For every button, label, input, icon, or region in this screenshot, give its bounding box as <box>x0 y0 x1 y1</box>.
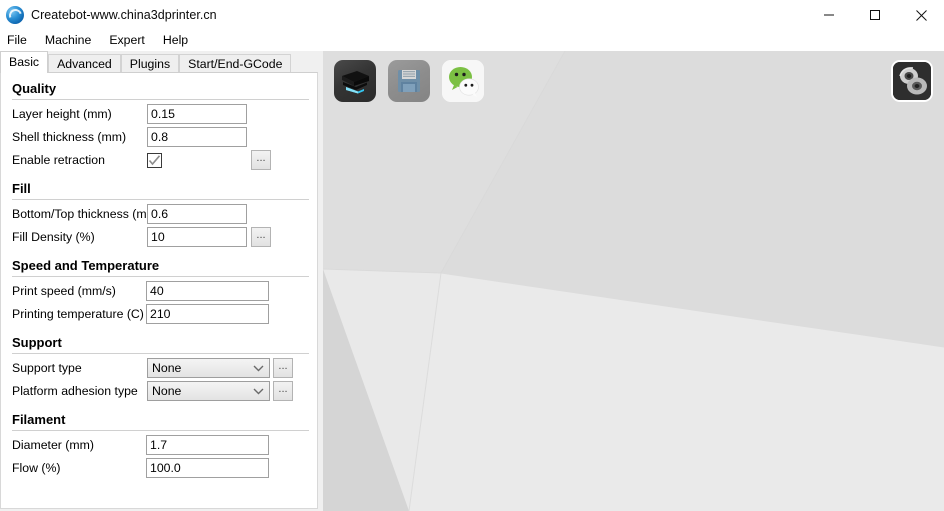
label-platform-adhesion-type: Platform adhesion type <box>12 384 138 398</box>
label-printing-temperature: Printing temperature (C) <box>12 307 144 321</box>
row-printing-temperature: Printing temperature (C) 210 <box>1 303 317 325</box>
input-flow[interactable]: 100.0 <box>146 458 269 478</box>
select-support-type[interactable]: None <box>147 358 270 378</box>
build-platform-scene <box>323 51 944 511</box>
save-toolpath-button[interactable] <box>388 60 430 102</box>
chevron-down-icon <box>253 359 264 377</box>
label-bottom-top-thickness: Bottom/Top thickness (mm) <box>12 207 161 221</box>
row-print-speed: Print speed (mm/s) 40 <box>1 280 317 302</box>
input-diameter[interactable]: 1.7 <box>146 435 269 455</box>
button-platform-adhesion-options[interactable]: ... <box>273 381 293 401</box>
chevron-down-icon <box>253 382 264 400</box>
tab-advanced[interactable]: Advanced <box>48 54 121 73</box>
maximize-button[interactable] <box>852 0 898 30</box>
row-diameter: Diameter (mm) 1.7 <box>1 434 317 456</box>
load-model-button[interactable] <box>334 60 376 102</box>
button-fill-density-options[interactable]: ... <box>251 227 271 247</box>
window-title: Createbot-www.china3dprinter.cn <box>31 8 217 22</box>
section-divider <box>12 430 309 431</box>
label-diameter: Diameter (mm) <box>12 438 94 452</box>
title-bar: Createbot-www.china3dprinter.cn <box>0 0 944 30</box>
section-title-fill: Fill <box>12 181 31 196</box>
section-divider <box>12 353 309 354</box>
label-shell-thickness: Shell thickness (mm) <box>12 130 127 144</box>
button-support-type-options[interactable]: ... <box>273 358 293 378</box>
close-button[interactable] <box>898 0 944 30</box>
minimize-button[interactable] <box>806 0 852 30</box>
row-platform-adhesion-type: Platform adhesion type None ... <box>1 380 317 402</box>
menu-expert[interactable]: Expert <box>109 30 154 51</box>
floppy-disk-icon <box>398 70 420 92</box>
select-platform-adhesion-type[interactable]: None <box>147 381 270 401</box>
section-title-filament: Filament <box>12 412 66 427</box>
input-printing-temperature[interactable]: 210 <box>146 304 269 324</box>
row-fill-density: Fill Density (%) 10 ... <box>1 226 317 248</box>
application-window: Createbot-www.china3dprinter.cn File Mac… <box>0 0 944 511</box>
label-layer-height: Layer height (mm) <box>12 107 112 121</box>
button-retraction-options[interactable]: ... <box>251 150 271 170</box>
row-bottom-top-thickness: Bottom/Top thickness (mm) 0.6 <box>1 203 317 225</box>
section-title-support: Support <box>12 335 62 350</box>
settings-tabs: Basic Advanced Plugins Start/End-GCode <box>0 51 318 73</box>
label-support-type: Support type <box>12 361 82 375</box>
wechat-icon <box>442 60 484 102</box>
settings-panel: Basic Advanced Plugins Start/End-GCode Q… <box>0 51 323 511</box>
section-filament: Filament Diameter (mm) 1.7 Flow (%) 100.… <box>1 410 317 479</box>
label-fill-density: Fill Density (%) <box>12 230 95 244</box>
label-enable-retraction: Enable retraction <box>12 153 105 167</box>
select-platform-adhesion-type-value: None <box>152 384 182 398</box>
viewport-toolbar <box>334 60 484 102</box>
section-fill: Fill Bottom/Top thickness (mm) 0.6 Fill … <box>1 179 317 248</box>
row-enable-retraction: Enable retraction ... <box>1 149 317 171</box>
3d-viewport[interactable] <box>323 51 944 511</box>
view-rotate-button[interactable] <box>891 60 933 102</box>
load-model-icon <box>342 71 369 94</box>
section-support: Support Support type None ... Platform a… <box>1 333 317 402</box>
row-flow: Flow (%) 100.0 <box>1 457 317 479</box>
input-shell-thickness[interactable]: 0.8 <box>147 127 247 147</box>
section-quality: Quality Layer height (mm) 0.15 Shell thi… <box>1 79 317 171</box>
input-fill-density[interactable]: 10 <box>147 227 247 247</box>
input-layer-height[interactable]: 0.15 <box>147 104 247 124</box>
globe-icon <box>6 6 24 24</box>
label-print-speed: Print speed (mm/s) <box>12 284 116 298</box>
label-flow: Flow (%) <box>12 461 61 475</box>
row-layer-height: Layer height (mm) 0.15 <box>1 103 317 125</box>
menu-machine[interactable]: Machine <box>45 30 100 51</box>
menu-help[interactable]: Help <box>163 30 197 51</box>
tab-plugins[interactable]: Plugins <box>120 54 180 73</box>
menu-file[interactable]: File <box>7 30 36 51</box>
view-rotate-icon <box>893 62 931 100</box>
tab-basic[interactable]: Basic <box>0 51 49 73</box>
menu-bar: File Machine Expert Help <box>0 30 944 51</box>
check-icon <box>148 154 161 165</box>
settings-panel-body: Quality Layer height (mm) 0.15 Shell thi… <box>0 72 318 509</box>
section-speed-temperature: Speed and Temperature Print speed (mm/s)… <box>1 256 317 325</box>
section-title-speed-temperature: Speed and Temperature <box>12 258 160 273</box>
wechat-button[interactable] <box>442 60 484 102</box>
select-support-type-value: None <box>152 361 182 375</box>
section-divider <box>12 99 309 100</box>
section-divider <box>12 276 309 277</box>
tab-start-end-gcode[interactable]: Start/End-GCode <box>179 54 292 73</box>
row-shell-thickness: Shell thickness (mm) 0.8 <box>1 126 317 148</box>
checkbox-enable-retraction[interactable] <box>147 152 162 168</box>
window-controls <box>806 0 944 30</box>
input-print-speed[interactable]: 40 <box>146 281 269 301</box>
input-bottom-top-thickness[interactable]: 0.6 <box>147 204 247 224</box>
section-divider <box>12 199 309 200</box>
row-support-type: Support type None ... <box>1 357 317 379</box>
section-title-quality: Quality <box>12 81 57 96</box>
